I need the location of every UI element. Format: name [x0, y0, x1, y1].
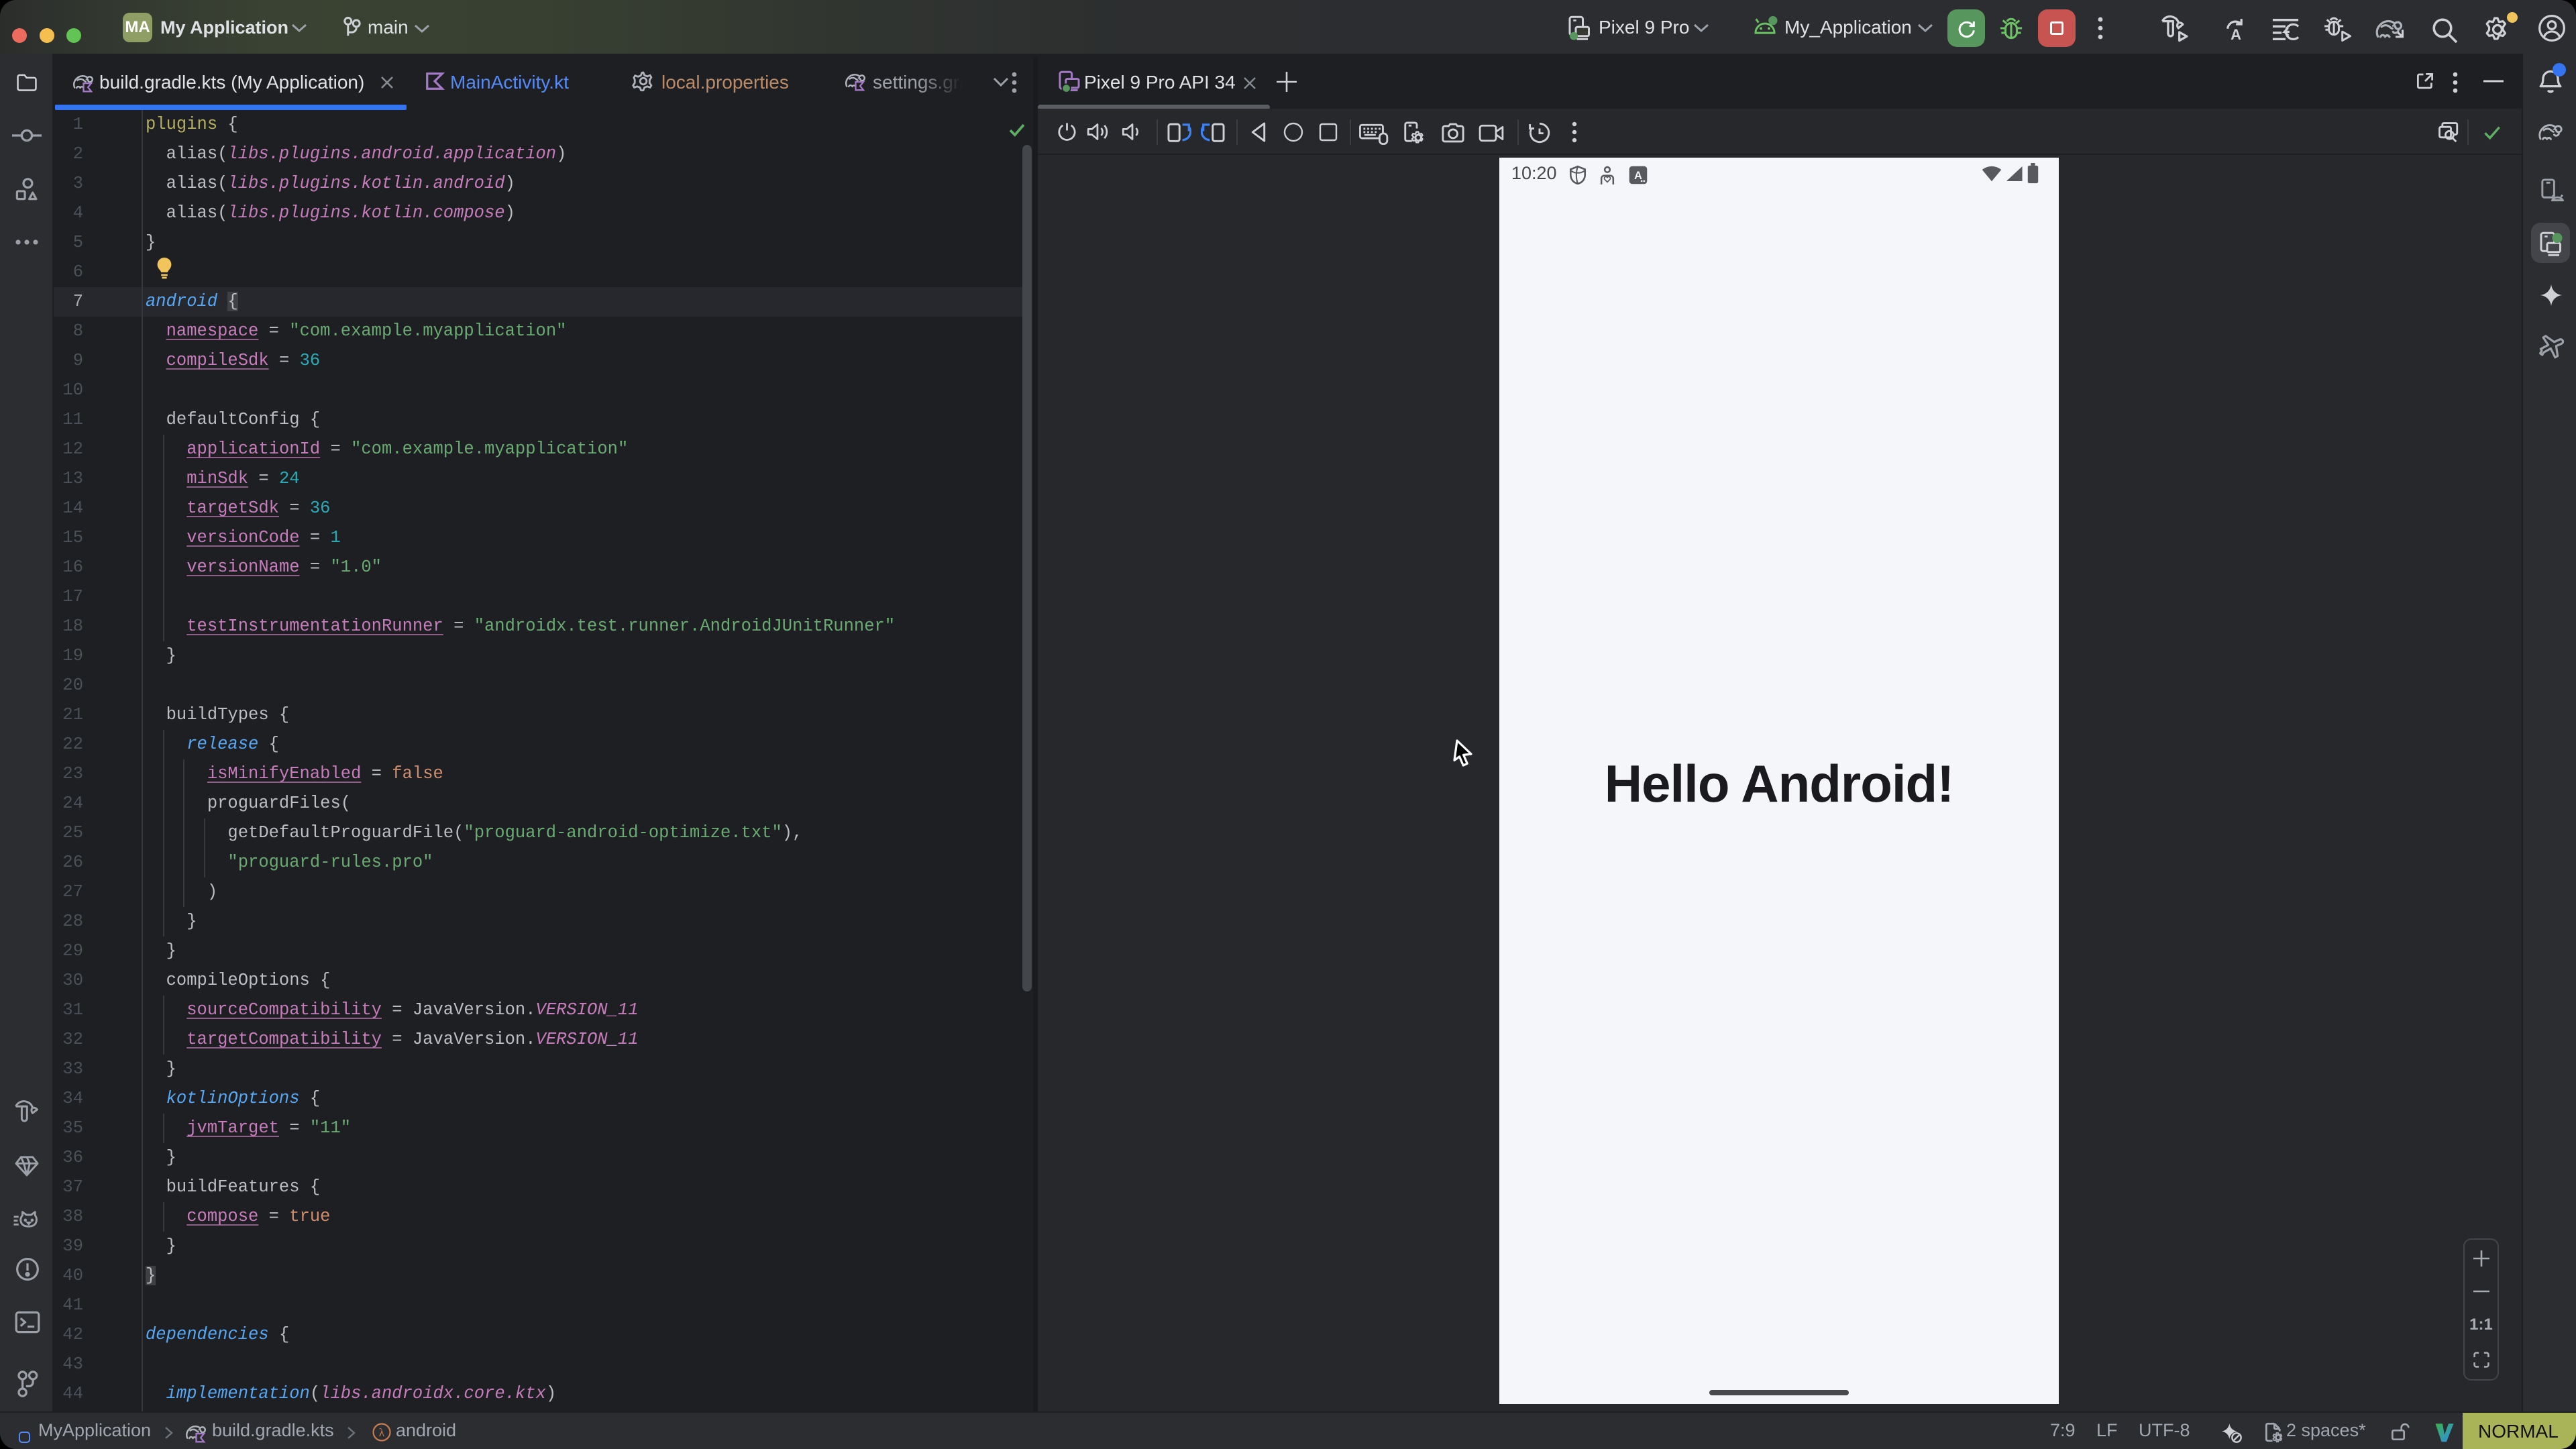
svg-text:A: A: [1634, 170, 1642, 182]
svg-text:λ: λ: [379, 1426, 385, 1439]
svg-text:A: A: [2231, 26, 2241, 42]
